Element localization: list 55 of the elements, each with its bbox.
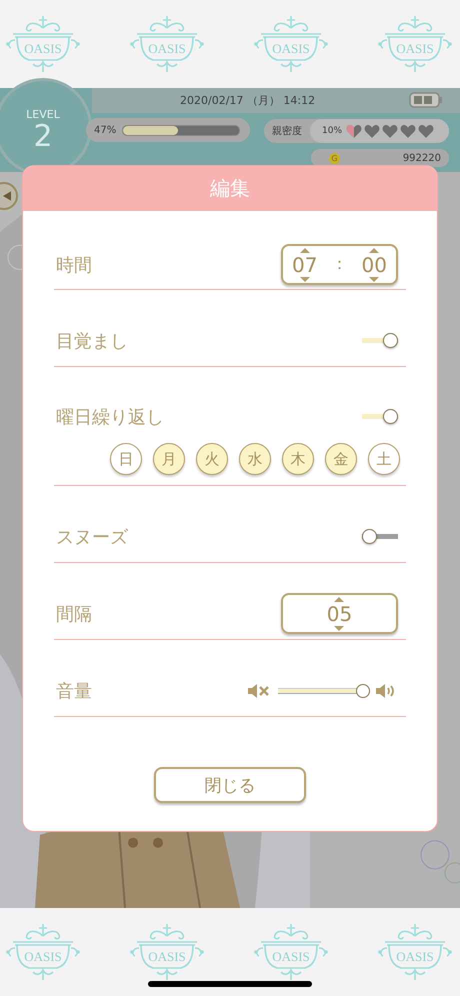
ornament-frame-icon [127,14,207,74]
intimacy-label: 親密度 [272,124,303,138]
ornament-frame-icon [3,14,83,74]
setting-label: 曜日繰り返し [56,406,164,429]
number-value: 00 [362,254,387,276]
logo-text: OASIS [396,42,434,56]
time-picker[interactable]: 07 ： 00 [281,244,398,285]
setting-label: 時間 [56,254,92,276]
ornament-frame-icon [3,922,83,982]
setting-label: 間隔 [56,602,92,626]
experience-reading: 47% [94,124,116,136]
dialog-title: 編集 [210,175,250,202]
mute-icon[interactable] [248,682,270,698]
ornament-frame-icon [375,922,455,982]
date-time: 2020/02/17 （月） 14:12 [180,93,316,108]
setting-label: スヌーズ [56,526,128,548]
logo-text: OASIS [272,950,310,964]
number-picker[interactable]: 05 [281,593,398,634]
ornament-frame-icon [127,922,207,982]
time-separator: ： [332,254,348,275]
logo-text: OASIS [24,950,62,964]
logo-text: OASIS [24,42,62,56]
weekday-button[interactable]: 月 [153,443,185,475]
level-label: LEVEL [26,108,60,120]
up-arrow-icon[interactable] [334,596,344,602]
logo-text: OASIS [396,950,434,964]
ornament-frame-icon [375,14,455,74]
battery-icon [409,92,443,108]
up-arrow-icon[interactable] [300,248,310,252]
weekday-button[interactable]: 木 [282,443,314,475]
setting-label: 音量 [56,680,92,702]
weekday-button[interactable]: 日 [110,443,142,475]
coin-count: 992220 [402,152,441,164]
down-arrow-icon[interactable] [300,276,310,282]
up-arrow-icon[interactable] [369,248,380,252]
slider-thumb[interactable] [356,684,370,698]
weekday-button[interactable]: 水 [239,443,271,475]
setting-label: 目覚まし [56,330,128,352]
ornament-frame-icon [251,922,331,982]
weekday-button[interactable]: 金 [325,443,357,475]
close-button[interactable]: 閉じる [154,767,306,803]
down-arrow-icon[interactable] [334,626,344,630]
coin-icon: G [329,152,340,164]
down-arrow-icon[interactable] [369,276,380,282]
number-value: 07 [292,254,318,276]
logo-text: OASIS [272,42,310,56]
ornament-frame-icon [251,14,331,74]
back-arrow-icon [3,191,11,201]
logo-text: OASIS [148,950,186,964]
number-value: 05 [326,602,352,624]
intimacy-reading: 10% [322,126,342,136]
weekday-button[interactable]: 土 [368,443,400,475]
level-number: 2 [33,120,53,152]
weekday-button[interactable]: 火 [196,443,228,475]
logo-text: OASIS [148,42,186,56]
